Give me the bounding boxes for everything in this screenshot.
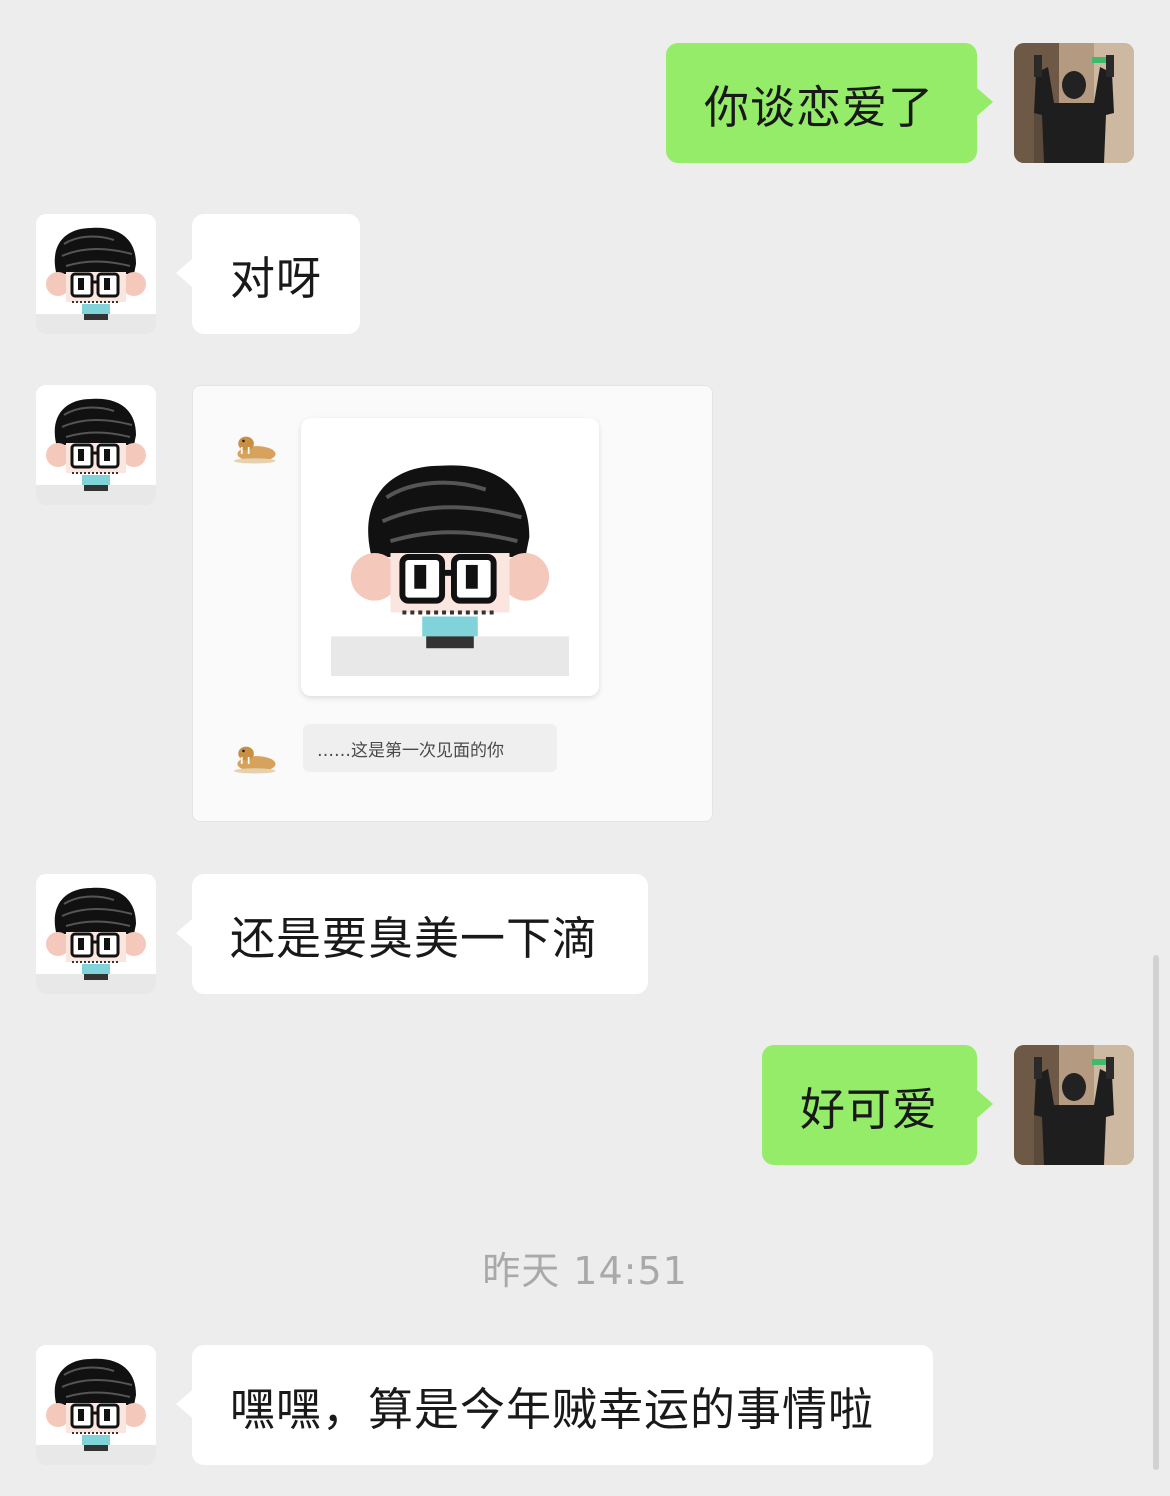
scrollbar[interactable] <box>1153 955 1159 1470</box>
person-photo-icon <box>1014 1045 1134 1165</box>
chat-screen: 你谈恋爱了 对呀 ……这是第一次见面的你 还是要臭美一下滴 好可爱 昨天 14:… <box>0 0 1170 1496</box>
message-bubble-incoming[interactable]: 对呀 <box>176 214 360 334</box>
walrus-sticker-icon <box>227 738 279 776</box>
image-message[interactable]: ……这是第一次见面的你 <box>192 385 713 822</box>
cartoon-glasses-icon <box>36 1345 156 1465</box>
cartoon-glasses-icon <box>36 874 156 994</box>
self-avatar[interactable] <box>1014 43 1134 163</box>
message-bubble-incoming[interactable]: 嘿嘿，算是今年贼幸运的事情啦 <box>176 1345 933 1465</box>
message-text: 还是要臭美一下滴 <box>230 911 599 965</box>
cartoon-glasses-icon <box>36 214 156 334</box>
contact-avatar[interactable] <box>36 1345 156 1465</box>
contact-avatar[interactable] <box>36 874 156 994</box>
contact-avatar[interactable] <box>36 214 156 334</box>
embedded-caption: ……这是第一次见面的你 <box>303 724 557 772</box>
cartoon-glasses-icon <box>331 438 569 676</box>
message-text: 嘿嘿，算是今年贼幸运的事情啦 <box>230 1382 875 1436</box>
person-photo-icon <box>1014 43 1134 163</box>
contact-avatar[interactable] <box>36 385 156 505</box>
self-avatar[interactable] <box>1014 1045 1134 1165</box>
walrus-sticker-icon <box>227 428 279 466</box>
message-bubble-outgoing[interactable]: 好可爱 <box>762 1045 993 1165</box>
embedded-sticker-image <box>301 418 599 696</box>
message-text: 对呀 <box>230 251 323 305</box>
message-bubble-outgoing[interactable]: 你谈恋爱了 <box>666 43 993 163</box>
timestamp: 昨天 14:51 <box>482 1249 688 1293</box>
message-bubble-incoming[interactable]: 还是要臭美一下滴 <box>176 874 648 994</box>
message-text: 好可爱 <box>800 1082 939 1136</box>
cartoon-glasses-icon <box>36 385 156 505</box>
message-text: 你谈恋爱了 <box>704 80 935 134</box>
